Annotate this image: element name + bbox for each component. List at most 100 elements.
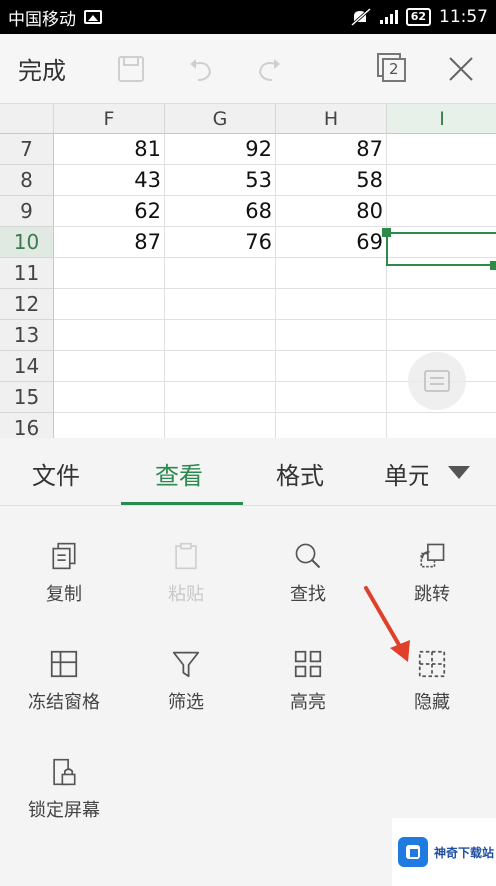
tab-format[interactable]: 格式 xyxy=(276,456,324,491)
cell[interactable]: 80 xyxy=(276,196,387,227)
paste-button[interactable]: 粘贴 xyxy=(124,506,248,606)
find-label: 查找 xyxy=(290,584,326,605)
row-header[interactable]: 10 xyxy=(0,227,54,258)
cell[interactable] xyxy=(276,351,387,382)
row-header[interactable]: 9 xyxy=(0,196,54,227)
cell[interactable] xyxy=(165,382,276,413)
cell[interactable] xyxy=(276,382,387,413)
cell[interactable] xyxy=(165,320,276,351)
selection-handle[interactable] xyxy=(382,228,391,237)
tab-view[interactable]: 查看 xyxy=(155,456,203,491)
save-icon[interactable] xyxy=(116,54,146,84)
window-switch-button[interactable]: 2 xyxy=(376,52,408,84)
cell[interactable] xyxy=(54,258,165,289)
tab-cell[interactable]: 单元 xyxy=(384,456,428,491)
hide-label: 隐藏 xyxy=(414,692,450,713)
tab-file[interactable]: 文件 xyxy=(32,456,80,491)
jump-icon xyxy=(420,543,445,568)
column-header-f[interactable]: F xyxy=(54,104,165,134)
row-header[interactable]: 8 xyxy=(0,165,54,196)
freeze-panes-button[interactable]: 冻结窗格 xyxy=(2,614,126,714)
paste-label: 粘贴 xyxy=(168,584,204,605)
cell[interactable]: 87 xyxy=(54,227,165,258)
cell[interactable]: 43 xyxy=(54,165,165,196)
cell[interactable]: 92 xyxy=(165,134,276,165)
floating-keyboard-button[interactable] xyxy=(408,352,466,410)
battery-icon: 62 xyxy=(405,8,431,26)
cell[interactable] xyxy=(276,413,387,438)
cell[interactable] xyxy=(276,289,387,320)
column-header-g[interactable]: G xyxy=(165,104,276,134)
column-header-h[interactable]: H xyxy=(276,104,387,134)
cell[interactable] xyxy=(54,320,165,351)
corner-header[interactable] xyxy=(0,104,54,134)
cell[interactable]: 76 xyxy=(165,227,276,258)
highlight-icon xyxy=(294,650,322,678)
cell[interactable] xyxy=(54,289,165,320)
done-button[interactable]: 完成 xyxy=(18,51,66,86)
cell[interactable] xyxy=(54,413,165,438)
cell[interactable] xyxy=(165,351,276,382)
cell[interactable] xyxy=(54,382,165,413)
clock: 11:57 xyxy=(439,7,488,27)
freeze-panes-label: 冻结窗格 xyxy=(28,692,100,713)
watermark-text: 神奇下载站 xyxy=(434,845,495,860)
lock-screen-icon xyxy=(53,758,76,786)
site-logo-icon xyxy=(398,837,428,867)
cell[interactable]: 68 xyxy=(165,196,276,227)
copy-button[interactable]: 复制 xyxy=(2,506,126,606)
mute-icon xyxy=(350,8,371,26)
selected-cell-outline xyxy=(386,232,496,266)
cell[interactable] xyxy=(387,413,496,438)
window-count: 2 xyxy=(389,60,399,78)
copy-icon xyxy=(52,542,76,570)
paste-icon xyxy=(175,542,197,570)
site-watermark: 神奇下载站 xyxy=(392,818,496,886)
hide-icon xyxy=(418,650,446,678)
cell[interactable] xyxy=(387,165,496,196)
filter-button[interactable]: 筛选 xyxy=(124,614,248,714)
lock-screen-label: 锁定屏幕 xyxy=(28,800,100,821)
spreadsheet-grid: F G H I 7 8 9 10 11 12 13 14 15 16 81 92… xyxy=(0,104,496,438)
highlight-label: 高亮 xyxy=(290,692,326,713)
annotation-arrow-icon xyxy=(364,586,410,662)
cell[interactable]: 53 xyxy=(165,165,276,196)
keyboard-icon xyxy=(424,370,450,392)
cell[interactable]: 87 xyxy=(276,134,387,165)
cell[interactable]: 81 xyxy=(54,134,165,165)
expand-tabs-icon[interactable] xyxy=(448,466,470,479)
cell[interactable] xyxy=(387,289,496,320)
find-button[interactable]: 查找 xyxy=(246,506,370,606)
highlight-button[interactable]: 高亮 xyxy=(246,614,370,714)
row-header[interactable]: 13 xyxy=(0,320,54,351)
image-notification-icon xyxy=(84,10,102,24)
selection-handle[interactable] xyxy=(490,261,496,270)
cell[interactable] xyxy=(276,320,387,351)
cell[interactable] xyxy=(165,258,276,289)
cell[interactable]: 69 xyxy=(276,227,387,258)
row-header[interactable]: 12 xyxy=(0,289,54,320)
row-header[interactable]: 7 xyxy=(0,134,54,165)
cell[interactable] xyxy=(387,196,496,227)
cell[interactable] xyxy=(276,258,387,289)
redo-icon[interactable] xyxy=(254,54,284,84)
cell[interactable] xyxy=(165,289,276,320)
lock-screen-button[interactable]: 锁定屏幕 xyxy=(2,722,126,822)
close-icon[interactable] xyxy=(446,54,476,84)
signal-icon xyxy=(379,10,398,24)
search-icon xyxy=(295,543,321,569)
cell[interactable]: 58 xyxy=(276,165,387,196)
row-header[interactable]: 11 xyxy=(0,258,54,289)
cell[interactable]: 62 xyxy=(54,196,165,227)
column-header-i[interactable]: I xyxy=(387,104,496,134)
row-header[interactable]: 16 xyxy=(0,413,54,438)
row-header[interactable]: 14 xyxy=(0,351,54,382)
cell[interactable] xyxy=(387,320,496,351)
undo-icon[interactable] xyxy=(186,54,216,84)
freeze-panes-icon xyxy=(50,650,78,678)
cell[interactable] xyxy=(165,413,276,438)
filter-label: 筛选 xyxy=(168,692,204,713)
cell[interactable] xyxy=(54,351,165,382)
cell[interactable] xyxy=(387,134,496,165)
row-header[interactable]: 15 xyxy=(0,382,54,413)
